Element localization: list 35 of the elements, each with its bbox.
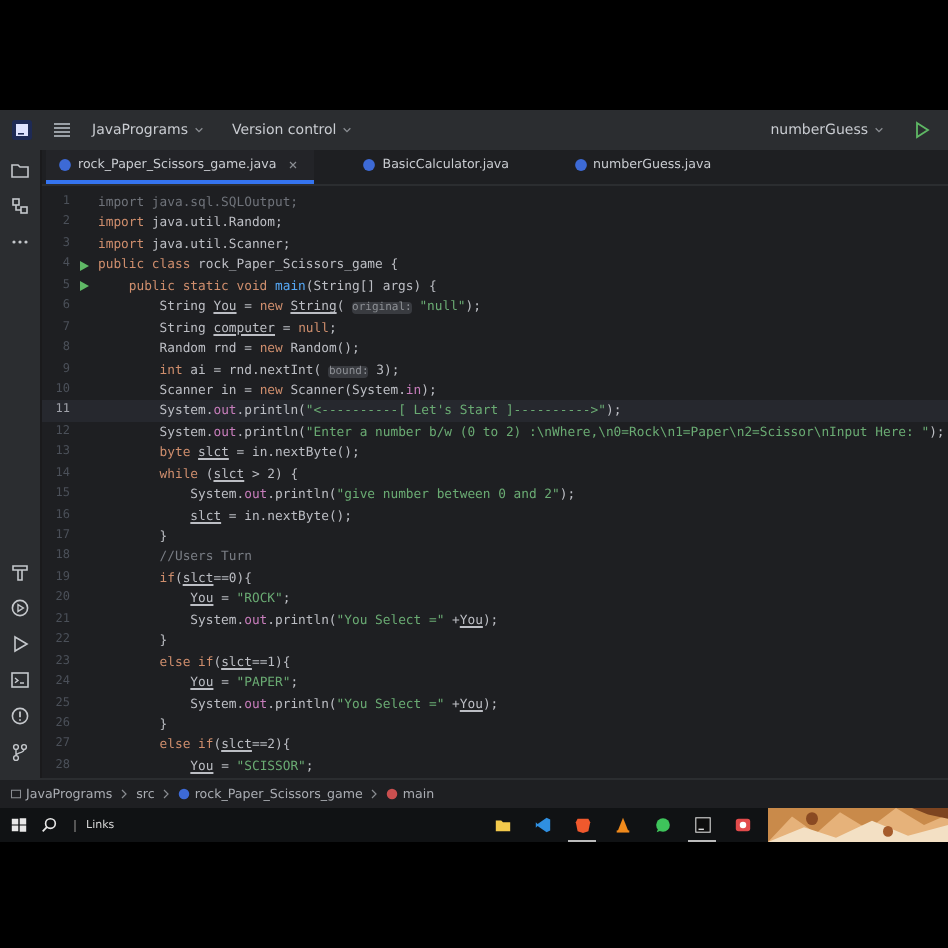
menu-icon[interactable]: [52, 120, 72, 140]
hammer-icon[interactable]: [10, 562, 30, 582]
git-icon[interactable]: [10, 742, 30, 762]
cone-icon: [613, 815, 631, 833]
run-gutter-icon[interactable]: [78, 259, 90, 272]
record-icon: [733, 815, 751, 833]
services-icon[interactable]: [10, 598, 30, 618]
method-icon: [386, 788, 399, 800]
shield-icon: [573, 815, 591, 833]
class-icon: [362, 158, 377, 172]
search-icon[interactable]: [40, 816, 58, 834]
close-icon[interactable]: [288, 160, 299, 170]
chevron-right-icon: [370, 788, 379, 800]
class-icon: [178, 788, 191, 800]
problems-icon[interactable]: [10, 706, 30, 726]
class-icon: [58, 158, 72, 172]
chevron-down-icon: [874, 126, 884, 134]
run-icon[interactable]: [10, 634, 30, 654]
ide-icon: [693, 815, 711, 833]
run-gutter-icon[interactable]: [78, 279, 90, 292]
chevron-right-icon: [162, 788, 171, 800]
terminal-icon[interactable]: [10, 670, 30, 690]
chevron-down-icon: [193, 126, 204, 134]
windows-start-icon[interactable]: [10, 816, 28, 834]
code-editor-icon: [533, 815, 551, 833]
folder-icon: [493, 815, 511, 833]
app-logo-icon[interactable]: [12, 120, 32, 140]
chevron-right-icon: [120, 788, 129, 800]
class-icon: [573, 158, 588, 172]
run-icon[interactable]: [912, 120, 932, 140]
module-icon: [10, 788, 22, 800]
chat-icon: [653, 815, 671, 833]
structure-icon[interactable]: [10, 196, 30, 216]
chevron-down-icon: [342, 126, 353, 134]
folder-icon[interactable]: [10, 160, 30, 180]
